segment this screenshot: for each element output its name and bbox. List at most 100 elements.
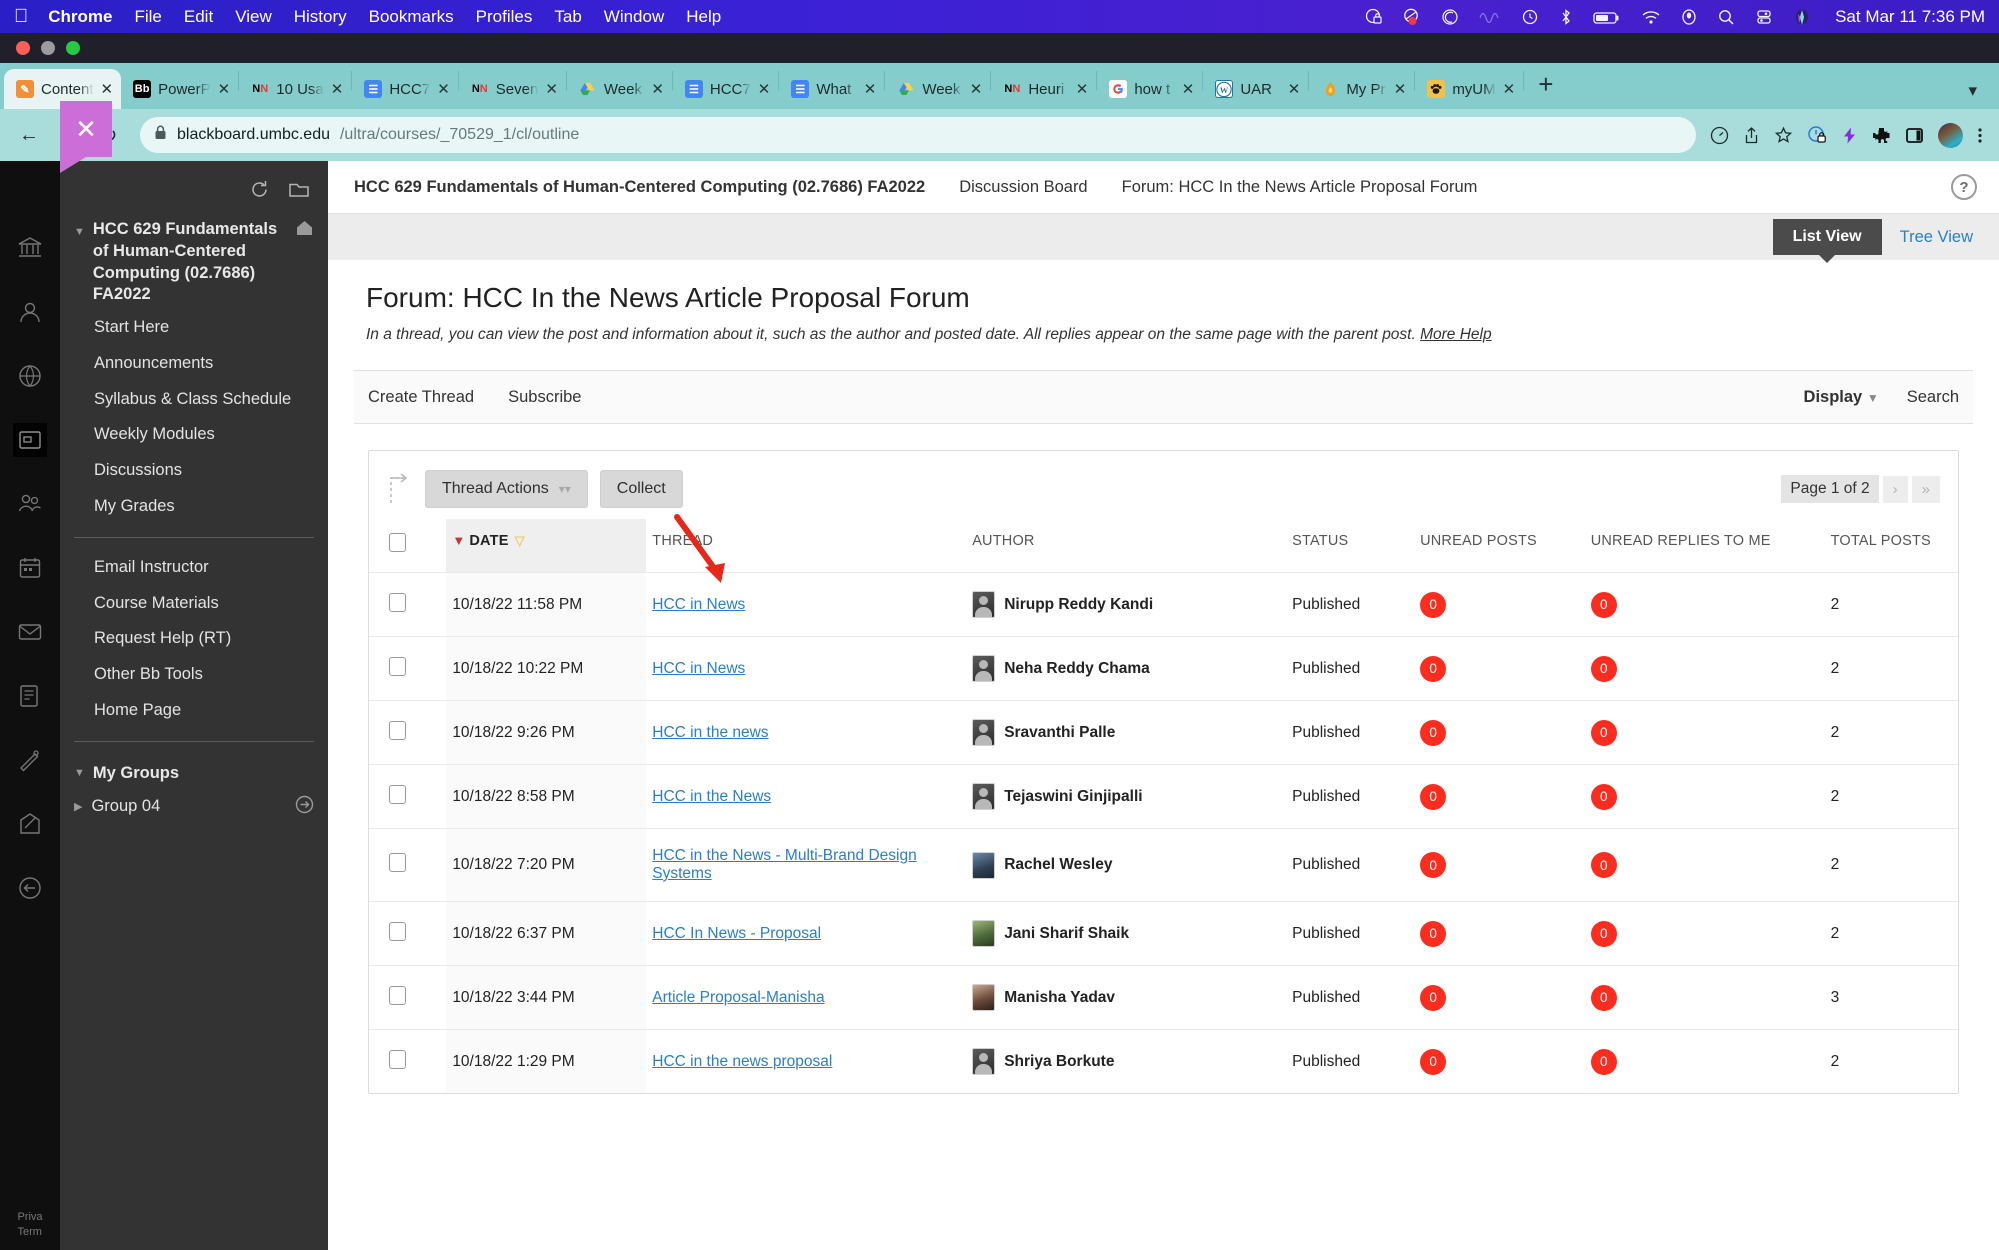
share-icon[interactable]	[1743, 126, 1760, 145]
row-thread[interactable]: HCC In News - Proposal	[646, 901, 967, 966]
tab-close-icon[interactable]: ✕	[1288, 80, 1301, 98]
chevron-down-icon[interactable]: ▼	[74, 225, 85, 240]
menu-bookmarks[interactable]: Bookmarks	[369, 7, 454, 27]
sidebar-item-other-bb-tools[interactable]: Other Bb Tools	[60, 657, 328, 693]
table-row[interactable]: 10/18/22 6:37 PM HCC In News - Proposal …	[369, 901, 1958, 966]
thread-link[interactable]: Article Proposal-Manisha	[652, 989, 824, 1006]
tab-close-icon[interactable]: ✕	[1182, 80, 1195, 98]
timer-lock-icon[interactable]	[1807, 125, 1827, 145]
row-checkbox[interactable]	[389, 720, 406, 740]
table-row[interactable]: 10/18/22 1:29 PM HCC in the news proposa…	[369, 1029, 1958, 1093]
tab-close-icon[interactable]: ✕	[758, 80, 771, 98]
tab-close-icon[interactable]: ✕	[545, 80, 558, 98]
extensions-puzzle-icon[interactable]	[1872, 126, 1891, 145]
thread-link[interactable]: HCC in the News	[652, 788, 771, 805]
browser-tab-10[interactable]: how t ✕	[1097, 69, 1202, 109]
profile-icon[interactable]	[13, 295, 47, 329]
browser-tab-11[interactable]: W UAR ✕	[1203, 69, 1308, 109]
sidebar-item-my-grades[interactable]: My Grades	[60, 489, 328, 525]
menu-window[interactable]: Window	[604, 7, 664, 27]
kebab-menu-icon[interactable]	[1977, 126, 1983, 145]
browser-tab-12[interactable]: My Pr ✕	[1309, 69, 1414, 109]
column-header-author[interactable]: AUTHOR	[966, 519, 1286, 573]
create-thread-button[interactable]: Create Thread	[368, 388, 474, 407]
select-all-checkbox[interactable]	[389, 533, 406, 552]
menu-tab[interactable]: Tab	[554, 7, 581, 27]
table-row[interactable]: 10/18/22 3:44 PM Article Proposal-Manish…	[369, 965, 1958, 1030]
thread-link[interactable]: HCC In News - Proposal	[652, 925, 821, 942]
dashboard-icon[interactable]	[1710, 126, 1729, 145]
browser-tab-1[interactable]: Bb PowerP ✕	[121, 69, 238, 109]
go-arrow-icon[interactable]	[295, 795, 314, 819]
organizations-icon[interactable]	[13, 487, 47, 521]
wave-icon[interactable]	[1479, 8, 1501, 26]
browser-tab-8[interactable]: Week ✕	[885, 69, 990, 109]
browser-tab-9[interactable]: NN Heuri ✕	[991, 69, 1096, 109]
side-panel-icon[interactable]	[1905, 126, 1924, 145]
window-maximize-button[interactable]	[66, 41, 80, 55]
row-thread[interactable]: HCC in the news proposal	[646, 1029, 967, 1093]
browser-tab-4[interactable]: NN Seven ✕	[459, 69, 566, 109]
browser-tab-5[interactable]: Week ✕	[567, 69, 672, 109]
lock-circle-icon[interactable]	[1365, 8, 1383, 26]
display-dropdown[interactable]: Display ▼	[1804, 388, 1879, 407]
sidebar-item-home-page[interactable]: Home Page	[60, 693, 328, 729]
new-tab-button[interactable]: +	[1524, 69, 1567, 104]
tools-icon[interactable]	[13, 743, 47, 777]
my-groups-header[interactable]: ▼ My Groups	[60, 754, 328, 789]
browser-tab-13[interactable]: myUM ✕	[1415, 69, 1523, 109]
menu-profiles[interactable]: Profiles	[476, 7, 533, 27]
messages-icon[interactable]	[13, 615, 47, 649]
menu-history[interactable]: History	[294, 7, 347, 27]
row-thread[interactable]: Article Proposal-Manisha	[646, 965, 967, 1030]
record-dot-icon[interactable]	[1403, 8, 1421, 26]
chevron-down-icon[interactable]: ▼	[74, 767, 85, 779]
browser-tab-2[interactable]: NN 10 Usa ✕	[239, 69, 351, 109]
collect-button[interactable]: Collect	[599, 470, 683, 508]
row-thread[interactable]: HCC in the News - Multi-Brand Design Sys…	[646, 828, 967, 902]
calendar-icon[interactable]	[13, 551, 47, 585]
breadcrumb-discussion-board[interactable]: Discussion Board	[959, 178, 1087, 197]
sidebar-item-start-here[interactable]: Start Here	[60, 310, 328, 346]
thread-link[interactable]: HCC in News	[652, 596, 745, 613]
sidebar-item-group-04[interactable]: ▶ Group 04	[60, 789, 328, 825]
profile-avatar[interactable]	[1938, 122, 1963, 148]
menu-file[interactable]: File	[134, 7, 161, 27]
tab-close-icon[interactable]: ✕	[864, 80, 877, 98]
window-minimize-button[interactable]	[41, 41, 55, 55]
grades-icon[interactable]	[13, 679, 47, 713]
browser-tab-3[interactable]: ☰ HCC7 ✕	[352, 69, 457, 109]
menu-edit[interactable]: Edit	[184, 7, 213, 27]
course-menu-title-row[interactable]: ▼ HCC 629 Fundamentals of Human-Centered…	[60, 209, 328, 310]
tab-search-chevron-icon[interactable]: ▾	[1968, 81, 1995, 109]
row-checkbox[interactable]	[389, 784, 406, 804]
battery-icon[interactable]	[1593, 8, 1621, 26]
column-header-unread-posts[interactable]: UNREAD POSTS	[1414, 519, 1585, 573]
close-course-menu-button[interactable]: ✕	[60, 101, 112, 173]
column-header-thread[interactable]: THREAD	[646, 519, 966, 573]
menu-chrome[interactable]: Chrome	[48, 7, 112, 27]
search-button[interactable]: Search	[1907, 388, 1959, 407]
sidebar-item-weekly-modules[interactable]: Weekly Modules	[60, 417, 328, 453]
row-checkbox[interactable]	[389, 656, 406, 676]
breadcrumb-course[interactable]: HCC 629 Fundamentals of Human-Centered C…	[354, 178, 925, 197]
row-thread[interactable]: HCC in the news	[646, 700, 967, 765]
window-close-button[interactable]	[16, 41, 30, 55]
signout-icon[interactable]	[13, 871, 47, 905]
bookmark-star-icon[interactable]	[1774, 126, 1793, 145]
row-checkbox[interactable]	[389, 921, 406, 941]
lightning-icon[interactable]	[1841, 126, 1858, 145]
bluetooth-icon[interactable]	[1559, 8, 1573, 26]
home-icon[interactable]	[295, 219, 314, 243]
next-page-button[interactable]: ›	[1882, 475, 1908, 503]
tab-close-icon[interactable]: ✕	[101, 80, 114, 98]
menu-help[interactable]: Help	[686, 7, 721, 27]
sidebar-item-request-help[interactable]: Request Help (RT)	[60, 621, 328, 657]
sidebar-item-course-materials[interactable]: Course Materials	[60, 586, 328, 622]
thread-link[interactable]: HCC in News	[652, 660, 745, 677]
globe-icon[interactable]	[13, 359, 47, 393]
more-help-link[interactable]: More Help	[1420, 326, 1492, 343]
tab-close-icon[interactable]: ✕	[218, 80, 231, 98]
thread-link[interactable]: HCC in the news proposal	[652, 1053, 832, 1070]
tab-tree-view[interactable]: Tree View	[1900, 228, 1973, 247]
